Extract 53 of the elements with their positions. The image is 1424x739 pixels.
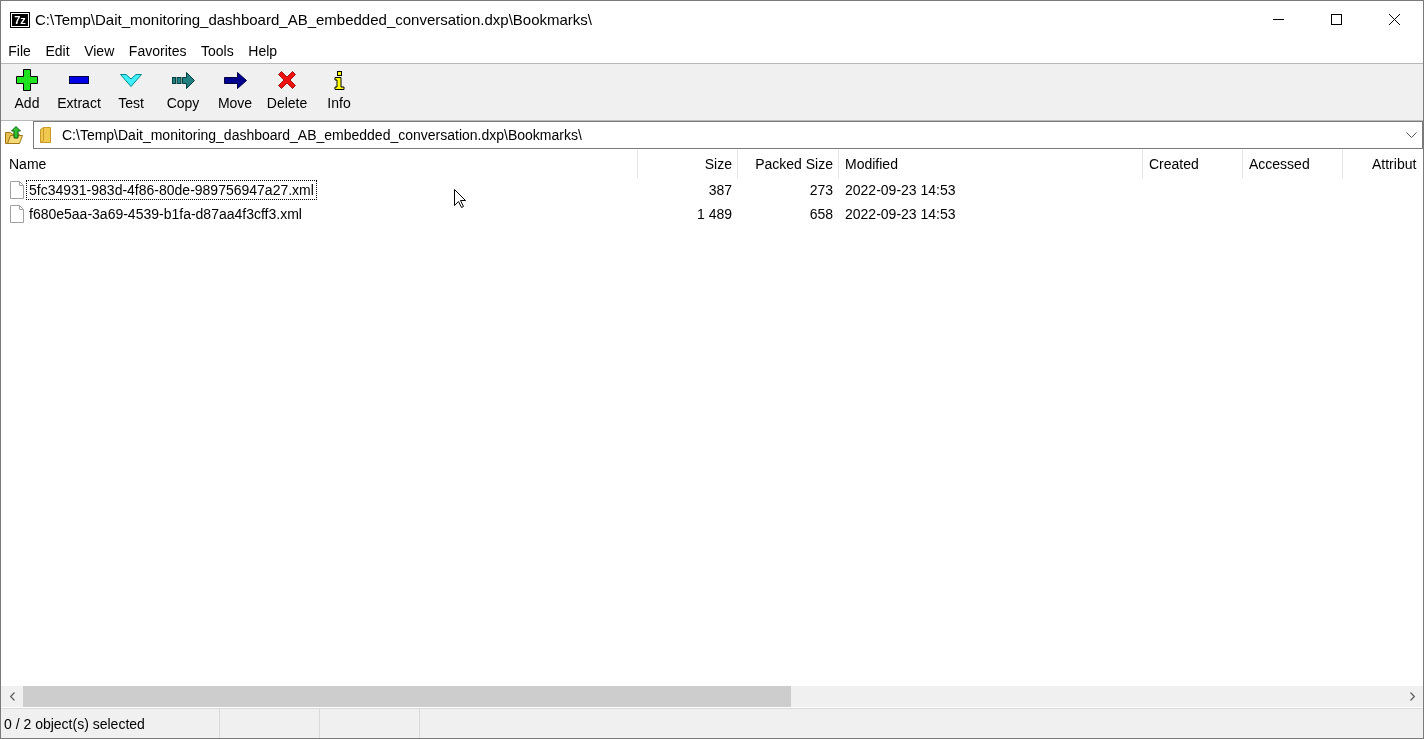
modified-date: 2022-09-23 14:53: [844, 182, 957, 198]
app-logo: 7z: [10, 11, 30, 28]
file-row[interactable]: 5fc34931-983d-4f86-80de-989756947a27.xml 387 273 2022-09-23 14:53: [1, 178, 1423, 202]
copy-button[interactable]: Copy: [157, 64, 209, 120]
folder-up-icon[interactable]: [5, 126, 23, 144]
menu-item[interactable]: Favorites: [121, 42, 194, 59]
delete-button[interactable]: Delete: [261, 64, 313, 120]
mouse-pointer-icon: [454, 189, 466, 208]
info-button[interactable]: Info: [313, 64, 365, 120]
packed-size: 273: [808, 182, 834, 198]
file-row[interactable]: f680e5aa-3a69-4539-b1fa-d87aa4f3cff3.xml 1 489 658 2022-09-23 14:53: [1, 202, 1423, 226]
info-icon: [333, 70, 345, 90]
file-icon: [10, 205, 24, 223]
minus-icon: [69, 76, 89, 84]
packed-size: 658: [808, 206, 834, 222]
scrollbar-thumb[interactable]: [23, 686, 791, 707]
modified-date: 2022-09-23 14:53: [844, 206, 957, 222]
add-button[interactable]: Add: [1, 64, 53, 120]
menu-item[interactable]: Edit: [38, 42, 77, 59]
column-header[interactable]: Attribut: [1343, 150, 1423, 178]
cross-icon: [278, 71, 296, 89]
scroll-left-icon[interactable]: [9, 692, 15, 701]
file-size: 1 489: [695, 206, 733, 222]
menu-item[interactable]: Tools: [193, 42, 241, 59]
address-field[interactable]: C:\Temp\Dait_monitoring_dashboard_AB_embedded_conversation.dxp\Bookmarks\: [33, 121, 1423, 149]
window-title: C:\Temp\Dait_monitoring_dashboard_AB_embedded_conversation.dxp\Bookmarks\: [35, 11, 592, 28]
folder-icon: [40, 127, 51, 143]
file-name: f680e5aa-3a69-4539-b1fa-d87aa4f3cff3.xml: [28, 205, 303, 224]
menu-item[interactable]: View: [76, 42, 122, 59]
close-icon[interactable]: [1388, 14, 1400, 25]
extract-button[interactable]: Extract: [53, 64, 105, 120]
test-button[interactable]: Test: [105, 64, 157, 120]
chevron-down-icon: [120, 73, 142, 87]
file-size: 387: [707, 182, 733, 198]
column-header[interactable]: Created: [1143, 150, 1242, 178]
scroll-right-icon[interactable]: [1409, 692, 1415, 701]
menu-item[interactable]: File: [1, 42, 39, 59]
minimize-icon[interactable]: [1272, 19, 1284, 20]
arrow-right-icon: [171, 71, 195, 89]
move-button[interactable]: Move: [209, 64, 261, 120]
status-text: 0 / 2 object(s) selected: [4, 715, 145, 732]
column-header[interactable]: Modified: [839, 150, 1142, 178]
chevron-down-icon[interactable]: [1406, 132, 1417, 138]
column-header[interactable]: Packed Size: [738, 150, 838, 178]
maximize-icon[interactable]: [1330, 14, 1342, 25]
column-header[interactable]: Accessed: [1243, 150, 1342, 178]
column-header[interactable]: Size: [638, 150, 737, 178]
arrow-right-icon: [223, 71, 247, 89]
column-header[interactable]: Name: [1, 150, 637, 178]
plus-icon: [16, 69, 38, 91]
file-name: 5fc34931-983d-4f86-80de-989756947a27.xml: [26, 180, 317, 200]
file-icon: [10, 181, 24, 199]
menu-item[interactable]: Help: [241, 42, 285, 59]
